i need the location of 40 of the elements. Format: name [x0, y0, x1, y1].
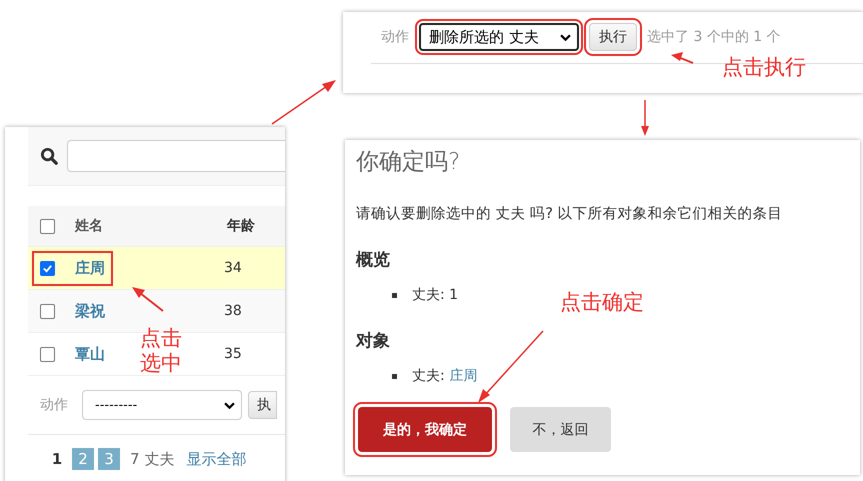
column-header[interactable]: 姓名 — [75, 217, 227, 235]
selection-count: 选中了 3 个中的 1 个 — [647, 28, 781, 46]
show-all-link[interactable]: 显示全部 — [186, 450, 246, 468]
select-all-checkbox[interactable] — [40, 218, 55, 234]
annotation-label: 点击确定 — [560, 290, 644, 316]
result-count: 7 丈夫 — [130, 450, 174, 468]
confirm-message: 请确认要删除选中的 丈夫 吗? 以下所有对象和余它们相关的条目 — [356, 204, 784, 223]
run-button[interactable]: 执 — [248, 391, 277, 419]
arrow — [671, 52, 694, 64]
arrow — [641, 100, 649, 136]
name-link[interactable]: 庄周 — [75, 258, 105, 278]
summary-item: 丈夫: 1 — [412, 286, 458, 304]
action-select[interactable]: --------- — [82, 390, 242, 420]
arrow — [132, 287, 164, 312]
name-link[interactable]: 覃山 — [75, 344, 105, 364]
chevron-icon — [560, 34, 571, 40]
action-label: 动作 — [381, 28, 409, 46]
confirm-button[interactable]: 是的，我确定 — [358, 407, 492, 452]
chevron-icon — [224, 402, 235, 408]
age-cell: 34 — [224, 260, 242, 276]
object-link[interactable]: 庄周 — [450, 367, 478, 385]
annotation-label: 点击执行 — [722, 55, 806, 80]
row-checkbox[interactable] — [40, 304, 55, 318]
arrow — [272, 80, 336, 125]
age-cell: 38 — [224, 303, 242, 319]
row-checkbox[interactable] — [40, 346, 55, 362]
column-header[interactable]: 年龄 — [227, 217, 255, 235]
section-heading: 概览 — [356, 249, 391, 271]
check-icon — [42, 262, 53, 274]
age-cell: 35 — [224, 346, 242, 362]
action-label: 动作 — [40, 396, 68, 414]
name-link[interactable]: 梁祝 — [75, 302, 105, 320]
search-field[interactable] — [67, 140, 285, 172]
confirm-title: 你确定吗? — [356, 148, 462, 177]
search-icon — [40, 146, 59, 166]
row-checkbox[interactable] — [40, 260, 55, 276]
cancel-button[interactable]: 不，返回 — [510, 407, 611, 452]
object-label: 丈夫: — [412, 367, 445, 385]
section-heading: 对象 — [356, 330, 391, 352]
table-row[interactable]: 庄周 34 — [28, 247, 285, 290]
